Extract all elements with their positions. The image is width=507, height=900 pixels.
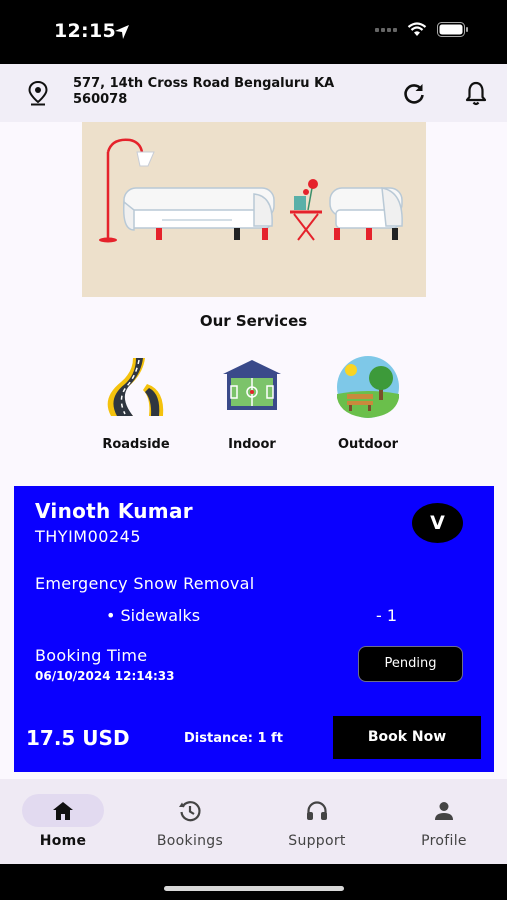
- refresh-icon[interactable]: [401, 81, 427, 107]
- booking-card: Vinoth Kumar THYIM00245 V Emergency Snow…: [14, 486, 494, 772]
- header-bar: 577, 14th Cross Road Bengaluru KA 560078: [0, 64, 507, 122]
- booking-distance: Distance: 1 ft: [184, 731, 283, 746]
- service-label: Outdoor: [337, 437, 399, 452]
- customer-name: Vinoth Kumar: [35, 499, 193, 523]
- person-icon: [435, 802, 453, 820]
- app-screen: 577, 14th Cross Road Bengaluru KA 560078: [0, 64, 507, 864]
- nav-label: Profile: [421, 833, 467, 849]
- notification-bell-icon[interactable]: [463, 80, 489, 108]
- service-roadside[interactable]: Roadside: [76, 354, 196, 452]
- service-item-quantity: - 1: [376, 606, 398, 625]
- living-room-illustration: [99, 138, 403, 243]
- home-indicator[interactable]: [164, 886, 344, 891]
- book-now-button[interactable]: Book Now: [333, 716, 481, 759]
- road-icon: [107, 358, 164, 416]
- service-outdoor[interactable]: Outdoor: [308, 354, 428, 452]
- wifi-icon: [407, 22, 427, 36]
- status-bar: 12:15: [0, 0, 507, 64]
- customer-code: THYIM00245: [35, 527, 141, 546]
- battery-icon: [437, 22, 468, 37]
- status-time: 12:15: [54, 20, 116, 42]
- booking-price: 17.5 USD: [26, 726, 130, 750]
- service-item-name: • Sidewalks: [106, 606, 201, 625]
- home-icon: [53, 802, 73, 820]
- history-icon: [179, 801, 201, 822]
- park-bench-icon: [337, 356, 399, 418]
- status-badge[interactable]: Pending: [358, 646, 463, 682]
- nav-item-profile[interactable]: Profile: [381, 779, 507, 864]
- indoor-court-icon: [223, 360, 281, 410]
- avatar[interactable]: V: [412, 503, 463, 543]
- nav-item-support[interactable]: Support: [254, 779, 380, 864]
- service-label: Indoor: [228, 437, 276, 452]
- promo-banner-image: [82, 122, 426, 297]
- nav-label: Support: [288, 833, 346, 849]
- nav-item-home[interactable]: Home: [0, 779, 126, 864]
- booked-service-name: Emergency Snow Removal: [35, 574, 255, 593]
- booking-time-value: 06/10/2024 12:14:33: [35, 669, 175, 683]
- nav-item-bookings[interactable]: Bookings: [127, 779, 253, 864]
- signal-dots-icon: [375, 27, 397, 32]
- headset-icon: [307, 801, 327, 820]
- location-arrow-icon: [115, 25, 129, 39]
- nav-label: Home: [39, 833, 87, 849]
- home-indicator-area: [0, 864, 507, 900]
- service-label: Roadside: [102, 437, 170, 452]
- services-section-title: Our Services: [199, 312, 308, 330]
- booking-time-label: Booking Time: [35, 646, 148, 665]
- nav-label: Bookings: [156, 833, 224, 849]
- service-indoor[interactable]: Indoor: [192, 354, 312, 452]
- current-address[interactable]: 577, 14th Cross Road Bengaluru KA 560078: [73, 76, 373, 108]
- bottom-navigation: Home Bookings Support Profile: [0, 779, 507, 864]
- location-pin-icon[interactable]: [26, 80, 50, 106]
